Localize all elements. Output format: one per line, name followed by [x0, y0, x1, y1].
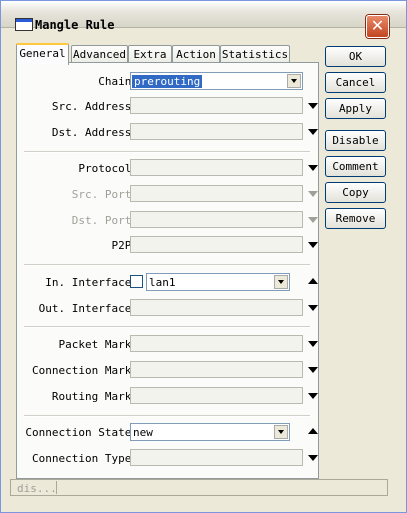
- connection-state-select[interactable]: new: [130, 423, 290, 441]
- dst-address-row: Dst. Address:: [17, 123, 318, 141]
- in-interface-not-checkbox[interactable]: [130, 275, 143, 288]
- tab-general[interactable]: General: [16, 43, 69, 65]
- window-icon: [15, 18, 33, 31]
- chain-select[interactable]: prerouting: [130, 72, 303, 90]
- dst-port-row: Dst. Port:: [17, 211, 318, 229]
- tab-statistics[interactable]: Statistics: [220, 45, 290, 63]
- dst-port-label: Dst. Port:: [71, 214, 138, 227]
- connection-type-field[interactable]: [130, 449, 303, 466]
- connection-type-label: Connection Type:: [32, 452, 138, 465]
- in-interface-value: lan1: [149, 276, 176, 289]
- dst-address-field[interactable]: [130, 123, 303, 140]
- expand-down-icon[interactable]: [308, 341, 318, 347]
- expand-down-icon[interactable]: [308, 393, 318, 399]
- dst-port-field: [130, 211, 303, 228]
- protocol-field[interactable]: [130, 159, 303, 176]
- connection-mark-row: Connection Mark:: [17, 361, 318, 379]
- protocol-row: Protocol:: [17, 159, 318, 177]
- connection-state-row: Connection State: new: [17, 423, 318, 441]
- chevron-down-icon[interactable]: [274, 425, 288, 439]
- copy-button[interactable]: Copy: [325, 182, 386, 203]
- general-panel: Chain: prerouting Src. Address: Dst. Add…: [16, 62, 319, 479]
- p2p-row: P2P:: [17, 236, 318, 254]
- comment-button[interactable]: Comment: [325, 156, 386, 177]
- chain-row: Chain: prerouting: [17, 72, 318, 90]
- src-address-field[interactable]: [130, 97, 303, 114]
- tab-advanced[interactable]: Advanced: [71, 45, 128, 63]
- packet-mark-label: Packet Mark:: [58, 338, 138, 351]
- expand-down-icon[interactable]: [308, 103, 318, 109]
- disable-button[interactable]: Disable: [325, 130, 386, 151]
- dst-address-label: Dst. Address:: [51, 126, 138, 139]
- divider: [24, 151, 310, 153]
- window-title: Mangle Rule: [35, 18, 115, 32]
- chevron-down-icon[interactable]: [274, 275, 288, 289]
- src-address-row: Src. Address:: [17, 97, 318, 115]
- expand-down-icon: [308, 191, 318, 197]
- title-bar[interactable]: Mangle Rule ✕: [1, 1, 406, 38]
- in-interface-row: In. Interface: lan1: [17, 273, 318, 291]
- out-interface-label: Out. Interface:: [38, 302, 138, 315]
- out-interface-field[interactable]: [130, 299, 303, 316]
- expand-down-icon[interactable]: [308, 367, 318, 373]
- ok-button[interactable]: OK: [325, 46, 386, 67]
- in-interface-label: In. Interface:: [45, 276, 138, 289]
- cancel-button[interactable]: Cancel: [325, 72, 386, 93]
- tab-extra[interactable]: Extra: [128, 45, 172, 63]
- src-port-label: Src. Port:: [71, 188, 138, 201]
- divider: [24, 326, 310, 328]
- apply-button[interactable]: Apply: [325, 98, 386, 119]
- expand-down-icon: [308, 217, 318, 223]
- expand-down-icon[interactable]: [308, 305, 318, 311]
- routing-mark-field[interactable]: [130, 387, 303, 404]
- collapse-up-icon[interactable]: [308, 428, 318, 434]
- out-interface-row: Out. Interface:: [17, 299, 318, 317]
- in-interface-select[interactable]: lan1: [146, 273, 290, 291]
- packet-mark-field[interactable]: [130, 335, 303, 352]
- expand-down-icon[interactable]: [308, 455, 318, 461]
- remove-button[interactable]: Remove: [325, 208, 386, 229]
- connection-state-value: new: [133, 426, 153, 439]
- connection-mark-label: Connection Mark:: [32, 364, 138, 377]
- connection-state-label: Connection State:: [25, 426, 138, 439]
- close-button[interactable]: ✕: [366, 15, 389, 38]
- expand-down-icon[interactable]: [308, 129, 318, 135]
- status-divider: [56, 481, 57, 494]
- collapse-up-icon[interactable]: [308, 278, 318, 284]
- routing-mark-row: Routing Mark:: [17, 387, 318, 405]
- chevron-down-icon[interactable]: [287, 74, 301, 88]
- mangle-rule-window: Mangle Rule ✕ General Advanced Extra Act…: [0, 0, 407, 513]
- expand-down-icon[interactable]: [308, 165, 318, 171]
- divider: [24, 415, 310, 417]
- connection-mark-field[interactable]: [130, 361, 303, 378]
- src-port-field: [130, 185, 303, 202]
- status-text: dis...: [17, 482, 57, 495]
- divider: [24, 264, 310, 266]
- tab-action[interactable]: Action: [172, 45, 220, 63]
- packet-mark-row: Packet Mark:: [17, 335, 318, 353]
- routing-mark-label: Routing Mark:: [51, 390, 138, 403]
- chain-value: prerouting: [132, 75, 203, 88]
- connection-type-row: Connection Type:: [17, 449, 318, 467]
- p2p-field[interactable]: [130, 236, 303, 253]
- status-bar: dis...: [10, 479, 388, 496]
- src-address-label: Src. Address:: [51, 100, 138, 113]
- expand-down-icon[interactable]: [308, 242, 318, 248]
- src-port-row: Src. Port:: [17, 185, 318, 203]
